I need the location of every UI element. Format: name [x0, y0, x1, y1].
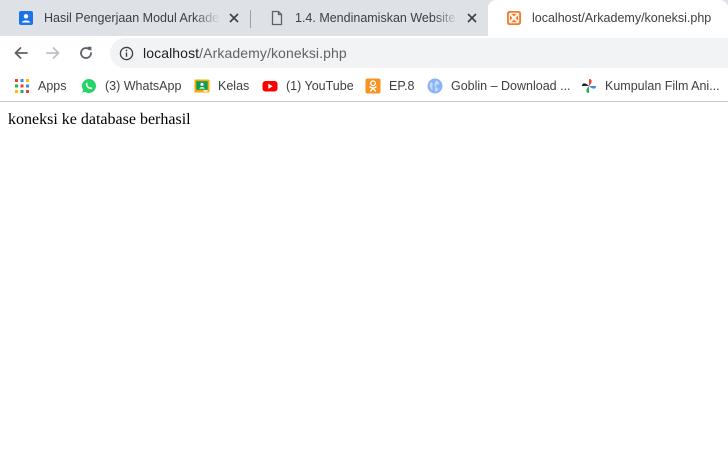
forward-button[interactable] [40, 40, 66, 66]
site-info-icon[interactable] [118, 45, 134, 61]
bookmark-whatsapp[interactable]: (3) WhatsApp [81, 76, 181, 96]
apps-grid-icon [14, 78, 30, 94]
bookmark-apps[interactable]: Apps [14, 76, 67, 96]
bookmark-label: (1) YouTube [286, 79, 354, 93]
pinwheel-icon [581, 78, 597, 94]
tab-title: localhost/Arkademy/koneksi.php [532, 11, 712, 25]
tab-title: 1.4. Mendinamiskan Website dan Mengelola… [295, 11, 458, 25]
whatsapp-icon [81, 78, 97, 94]
bookmark-kelas[interactable]: Kelas [194, 76, 249, 96]
classroom-assignment-icon [18, 10, 34, 26]
close-tab-icon[interactable] [464, 10, 480, 26]
youtube-icon [262, 78, 278, 94]
url-host: localhost [143, 45, 200, 61]
back-button[interactable] [8, 40, 34, 66]
url-text: localhost/Arkademy/koneksi.php [143, 45, 347, 61]
bookmarks-bar: Apps (3) WhatsApp Kelas (1) YouTube EP.8… [0, 70, 728, 102]
page-content: koneksi ke database berhasil [0, 103, 728, 476]
bookmark-label: Goblin – Download ... [451, 79, 571, 93]
bookmark-youtube[interactable]: (1) YouTube [262, 76, 354, 96]
browser-toolbar: localhost/Arkademy/koneksi.php [0, 36, 728, 70]
tab-title: Hasil Pengerjaan Modul Arkademy [44, 11, 220, 25]
connection-status-text: koneksi ke database berhasil [8, 111, 191, 128]
classroom-icon [194, 78, 210, 94]
bookmark-kumpulan-film[interactable]: Kumpulan Film Ani... [581, 76, 720, 96]
odnoklassniki-icon [365, 78, 381, 94]
bookmark-label: Apps [38, 79, 67, 93]
xampp-icon [506, 10, 522, 26]
address-bar[interactable]: localhost/Arkademy/koneksi.php [110, 38, 728, 68]
tab-koneksi-active[interactable]: localhost/Arkademy/koneksi.php [488, 0, 728, 36]
bookmark-label: Kumpulan Film Ani... [605, 79, 720, 93]
url-path: /Arkademy/koneksi.php [199, 45, 347, 61]
bookmark-label: EP.8 [389, 79, 415, 93]
bookmark-label: Kelas [218, 79, 250, 93]
reload-button[interactable] [73, 40, 99, 66]
bookmark-goblin[interactable]: Goblin – Download ... [427, 76, 571, 96]
bookmark-ep8[interactable]: EP.8 [365, 76, 415, 96]
tab-hasil-pengerjaan[interactable]: Hasil Pengerjaan Modul Arkademy [0, 0, 250, 36]
document-icon [269, 10, 285, 26]
bookmark-label: (3) WhatsApp [105, 79, 182, 93]
close-tab-icon[interactable] [226, 10, 242, 26]
globe-icon [427, 78, 443, 94]
tab-mendinamiskan-website[interactable]: 1.4. Mendinamiskan Website dan Mengelola… [251, 0, 488, 36]
tab-strip: Hasil Pengerjaan Modul Arkademy 1.4. Men… [0, 0, 728, 36]
